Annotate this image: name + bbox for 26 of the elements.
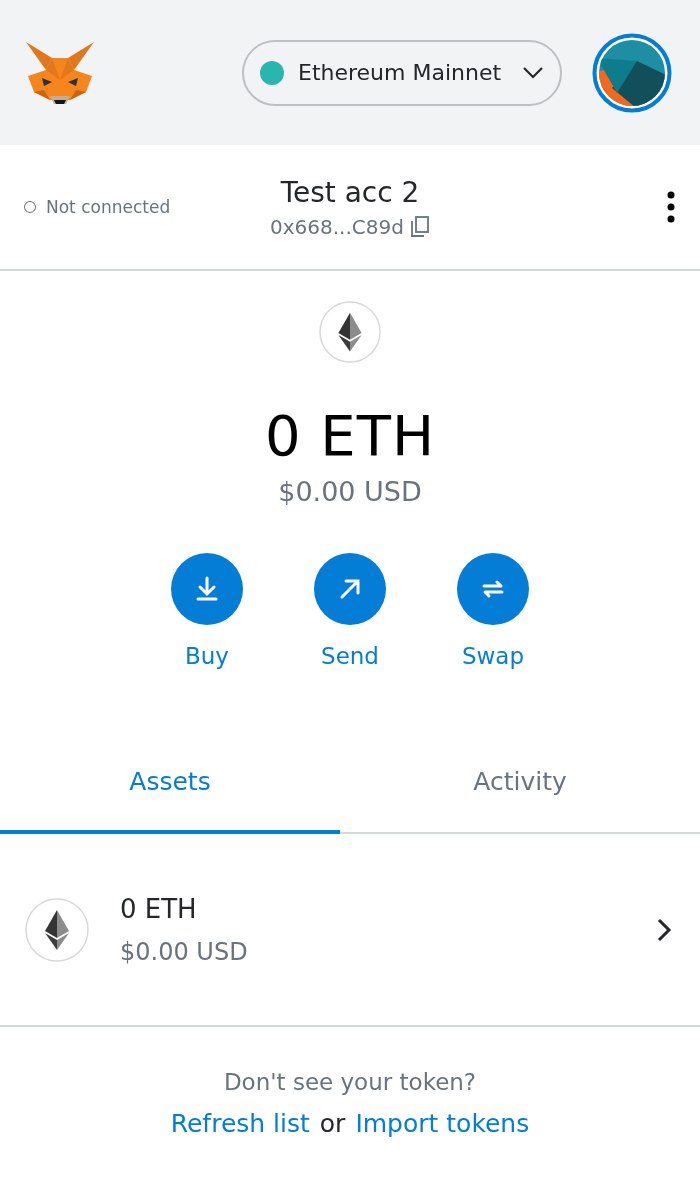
action-button[interactable]: Send: [300, 553, 400, 669]
fox-icon[interactable]: [24, 39, 96, 106]
avatar-icon[interactable]: [592, 32, 672, 113]
action-button[interactable]: Swap: [443, 553, 543, 669]
kebab-menu-icon[interactable]: [666, 191, 676, 223]
network-dot: [260, 60, 284, 85]
ethereum-icon: [319, 301, 381, 363]
action-button[interactable]: Buy: [157, 553, 257, 669]
token-prompt: Don't see your token?: [223, 1069, 477, 1095]
account-name[interactable]: Test acc 2: [280, 175, 420, 209]
asset-value: $0.00 USD: [120, 937, 248, 966]
account-address: 0x668...C89d: [270, 214, 404, 239]
tab[interactable]: Assets: [0, 732, 340, 834]
network-selector[interactable]: Ethereum Mainnet: [242, 39, 562, 106]
copy-icon[interactable]: [409, 215, 430, 238]
import-link[interactable]: Import tokens: [355, 1109, 530, 1138]
ethereum-icon: [25, 897, 89, 962]
tab[interactable]: Activity: [340, 732, 700, 834]
chevron-down-icon: [522, 65, 544, 80]
chevron-right-icon[interactable]: [656, 916, 672, 943]
refresh-link[interactable]: Refresh list: [170, 1109, 310, 1138]
balance-amount: 0 ETH: [264, 403, 436, 468]
connection-status: Not connected: [46, 197, 171, 217]
asset-amount[interactable]: 0 ETH: [120, 893, 248, 924]
balance-fiat: $0.00 USD: [278, 476, 422, 507]
separator-text: or: [319, 1109, 346, 1138]
